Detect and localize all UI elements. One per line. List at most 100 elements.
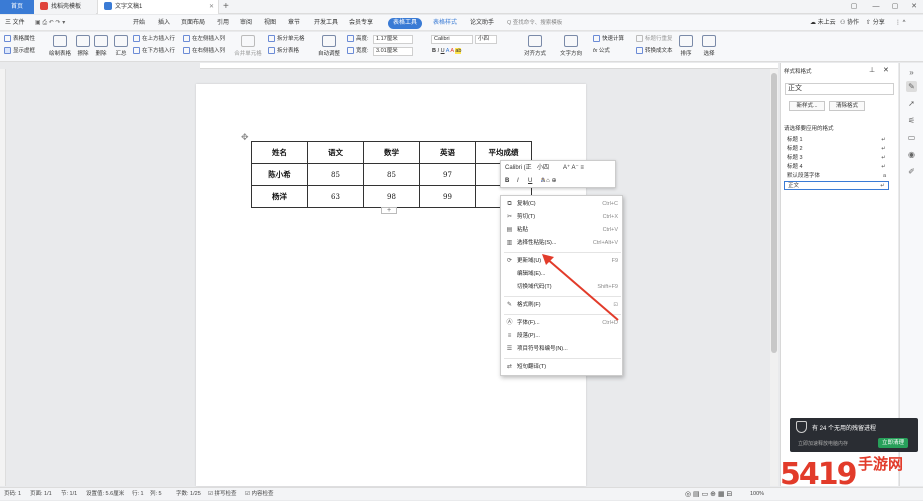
menu-view[interactable]: 视图	[264, 15, 276, 31]
font-family-select[interactable]: Calibri	[431, 35, 473, 44]
format-buttons[interactable]: B I U A A ab	[432, 47, 462, 56]
status-pages[interactable]: 页面: 1/1	[30, 488, 52, 501]
ctx-bullets[interactable]: ☰ 项目符号和编号(N)...	[501, 344, 624, 355]
score-table[interactable]: 姓名 语文 数学 英语 平均成绩 陈小希 85 85 97 8 杨洋 63 98…	[251, 141, 532, 208]
ctx-paragraph[interactable]: ≡ 段落(P)...	[501, 331, 624, 342]
table-header-cell[interactable]: 数学	[363, 141, 420, 164]
tab-close-icon[interactable]: ✕	[209, 0, 214, 14]
quick-calc-button[interactable]: 快速计算	[593, 35, 624, 44]
status-words[interactable]: 字数: 1/25	[176, 488, 201, 501]
menu-paper-assistant[interactable]: 论文助手	[470, 15, 494, 31]
font-size-select[interactable]: 小四	[475, 35, 497, 44]
current-style-select[interactable]: 正文	[785, 83, 894, 95]
menu-file[interactable]: 三 文件	[5, 15, 25, 31]
status-col[interactable]: 列: 5	[150, 488, 162, 501]
split-table-button[interactable]: 拆分表格	[268, 47, 299, 56]
more-icon[interactable]: ⋮ ^	[895, 15, 905, 31]
menu-chapter[interactable]: 章节	[288, 15, 300, 31]
edit-note-icon[interactable]: ✐	[906, 166, 917, 177]
settings-sliders-icon[interactable]: ⚟	[906, 115, 917, 126]
draw-table-button[interactable]: 绘制表格	[49, 35, 71, 57]
autofit-button[interactable]: 自动调整	[314, 35, 344, 57]
collab-button[interactable]: ⚇ 协作	[840, 15, 859, 31]
erase-button[interactable]: 擦除	[76, 35, 90, 57]
mini-italic-button[interactable]: I	[517, 176, 519, 186]
horizontal-ruler[interactable]	[200, 63, 778, 69]
sort-button[interactable]: 排序	[679, 35, 693, 57]
menu-home[interactable]: 开始	[133, 15, 145, 31]
search-command-input[interactable]: Q 查找命令、搜索模板	[507, 17, 597, 29]
convert-text-button[interactable]: 转换成文本	[636, 47, 673, 56]
vertical-scrollbar[interactable]	[770, 69, 778, 486]
select-button[interactable]: 选择	[700, 35, 718, 57]
grow-font-icon[interactable]: A⁺ A⁻ ≡	[563, 163, 584, 173]
quick-access-icons[interactable]: ▣ ⎙ ↶ ↷ ▾	[35, 15, 65, 31]
minimize-button[interactable]: —	[870, 0, 882, 14]
menu-references[interactable]: 引用	[217, 15, 229, 31]
new-style-button[interactable]: 新样式...	[789, 101, 825, 111]
cloud-status[interactable]: ☁ 未上云	[810, 15, 836, 31]
table-header-cell[interactable]: 姓名	[251, 141, 308, 164]
menu-table-style[interactable]: 表格样式	[433, 15, 457, 31]
add-row-button[interactable]: +	[381, 207, 397, 214]
status-setting[interactable]: 设置值: 5.6厘米	[86, 488, 124, 501]
show-grid-button[interactable]: 显示虚框	[4, 47, 35, 56]
split-cell-button[interactable]: 拆分单元格	[268, 35, 305, 44]
collapse-icon[interactable]: »	[906, 67, 917, 78]
style-pen-icon[interactable]: ✎	[906, 81, 917, 92]
style-item[interactable]: 标题 1 ↵	[784, 136, 889, 145]
formula-button[interactable]: fx 公式	[593, 47, 610, 56]
status-row[interactable]: 行: 1	[132, 488, 144, 501]
vertical-ruler[interactable]	[0, 69, 6, 486]
mini-size-select[interactable]: 小四	[537, 163, 549, 173]
table-cell[interactable]: 98	[363, 185, 420, 208]
menu-table-tools[interactable]: 表格工具	[388, 18, 423, 29]
table-move-handle-icon[interactable]: ✥	[241, 132, 249, 143]
content-check-toggle[interactable]: ☑ 内容检查	[245, 488, 273, 501]
menu-developer[interactable]: 开发工具	[314, 15, 338, 31]
style-item[interactable]: 标题 4 ↵	[784, 163, 889, 172]
merge-cells-button[interactable]: 合并单元格	[232, 35, 264, 57]
insert-above-button[interactable]: 在上方插入行	[133, 35, 175, 44]
menu-review[interactable]: 审阅	[240, 15, 252, 31]
location-icon[interactable]: ◉	[906, 149, 917, 160]
table-header-cell[interactable]: 语文	[307, 141, 364, 164]
scroll-thumb[interactable]	[771, 73, 777, 353]
panel-close-icon[interactable]: ✕	[883, 66, 889, 74]
mini-font-select[interactable]: Calibri (正	[505, 163, 532, 173]
text-direction-button[interactable]: 文字方向	[556, 35, 586, 57]
menu-page-layout[interactable]: 页面布局	[181, 15, 205, 31]
ctx-copy[interactable]: ⧉ 复制(C) Ctrl+C	[501, 199, 624, 210]
ctx-translate[interactable]: ⇄ 短句翻译(T)	[501, 362, 624, 373]
mini-underline-button[interactable]: U	[528, 176, 532, 186]
pin-icon[interactable]: ⊥	[869, 66, 875, 74]
tab-document[interactable]: 文字文稿1 ✕	[97, 0, 219, 14]
new-tab-button[interactable]: +	[223, 0, 229, 14]
tab-template[interactable]: 找稻壳模板	[34, 0, 96, 14]
status-page[interactable]: 页码: 1	[4, 488, 21, 501]
spell-check-toggle[interactable]: ☑ 拼写检查	[208, 488, 236, 501]
mini-color-icons[interactable]: ✎ A A ≡ ⌂ ⊕	[541, 176, 557, 186]
status-section[interactable]: 节: 1/1	[61, 488, 77, 501]
insert-below-button[interactable]: 在下方插入行	[133, 47, 175, 56]
align-button[interactable]: 对齐方式	[520, 35, 550, 57]
table-cell[interactable]: 99	[419, 185, 476, 208]
style-item-selected[interactable]: 正文 ↵	[784, 181, 889, 190]
table-cell[interactable]: 85	[363, 163, 420, 186]
clear-format-button[interactable]: 清除格式	[829, 101, 865, 111]
table-cell[interactable]: 杨洋	[251, 185, 308, 208]
table-header-cell[interactable]: 英语	[419, 141, 476, 164]
ctx-paste-special[interactable]: ▥ 选择性粘贴(S)... Ctrl+Alt+V	[501, 238, 624, 249]
title-repeat-button[interactable]: 标题行重复	[636, 35, 673, 44]
style-item[interactable]: 标题 2 ↵	[784, 145, 889, 154]
table-props-button[interactable]: 表格属性	[4, 35, 35, 44]
delete-button[interactable]: 删除	[93, 35, 109, 57]
menu-member[interactable]: 会员专享	[349, 15, 373, 31]
row-height-input[interactable]: 1.17厘米	[373, 35, 413, 44]
summary-button[interactable]: 汇总	[113, 35, 129, 57]
table-cell[interactable]: 97	[419, 163, 476, 186]
col-width-input[interactable]: 3.01厘米	[373, 47, 413, 56]
mini-bold-button[interactable]: B	[505, 176, 509, 186]
ctx-cut[interactable]: ✂ 剪切(T) Ctrl+X	[501, 212, 624, 223]
zoom-level[interactable]: 100%	[750, 488, 764, 501]
